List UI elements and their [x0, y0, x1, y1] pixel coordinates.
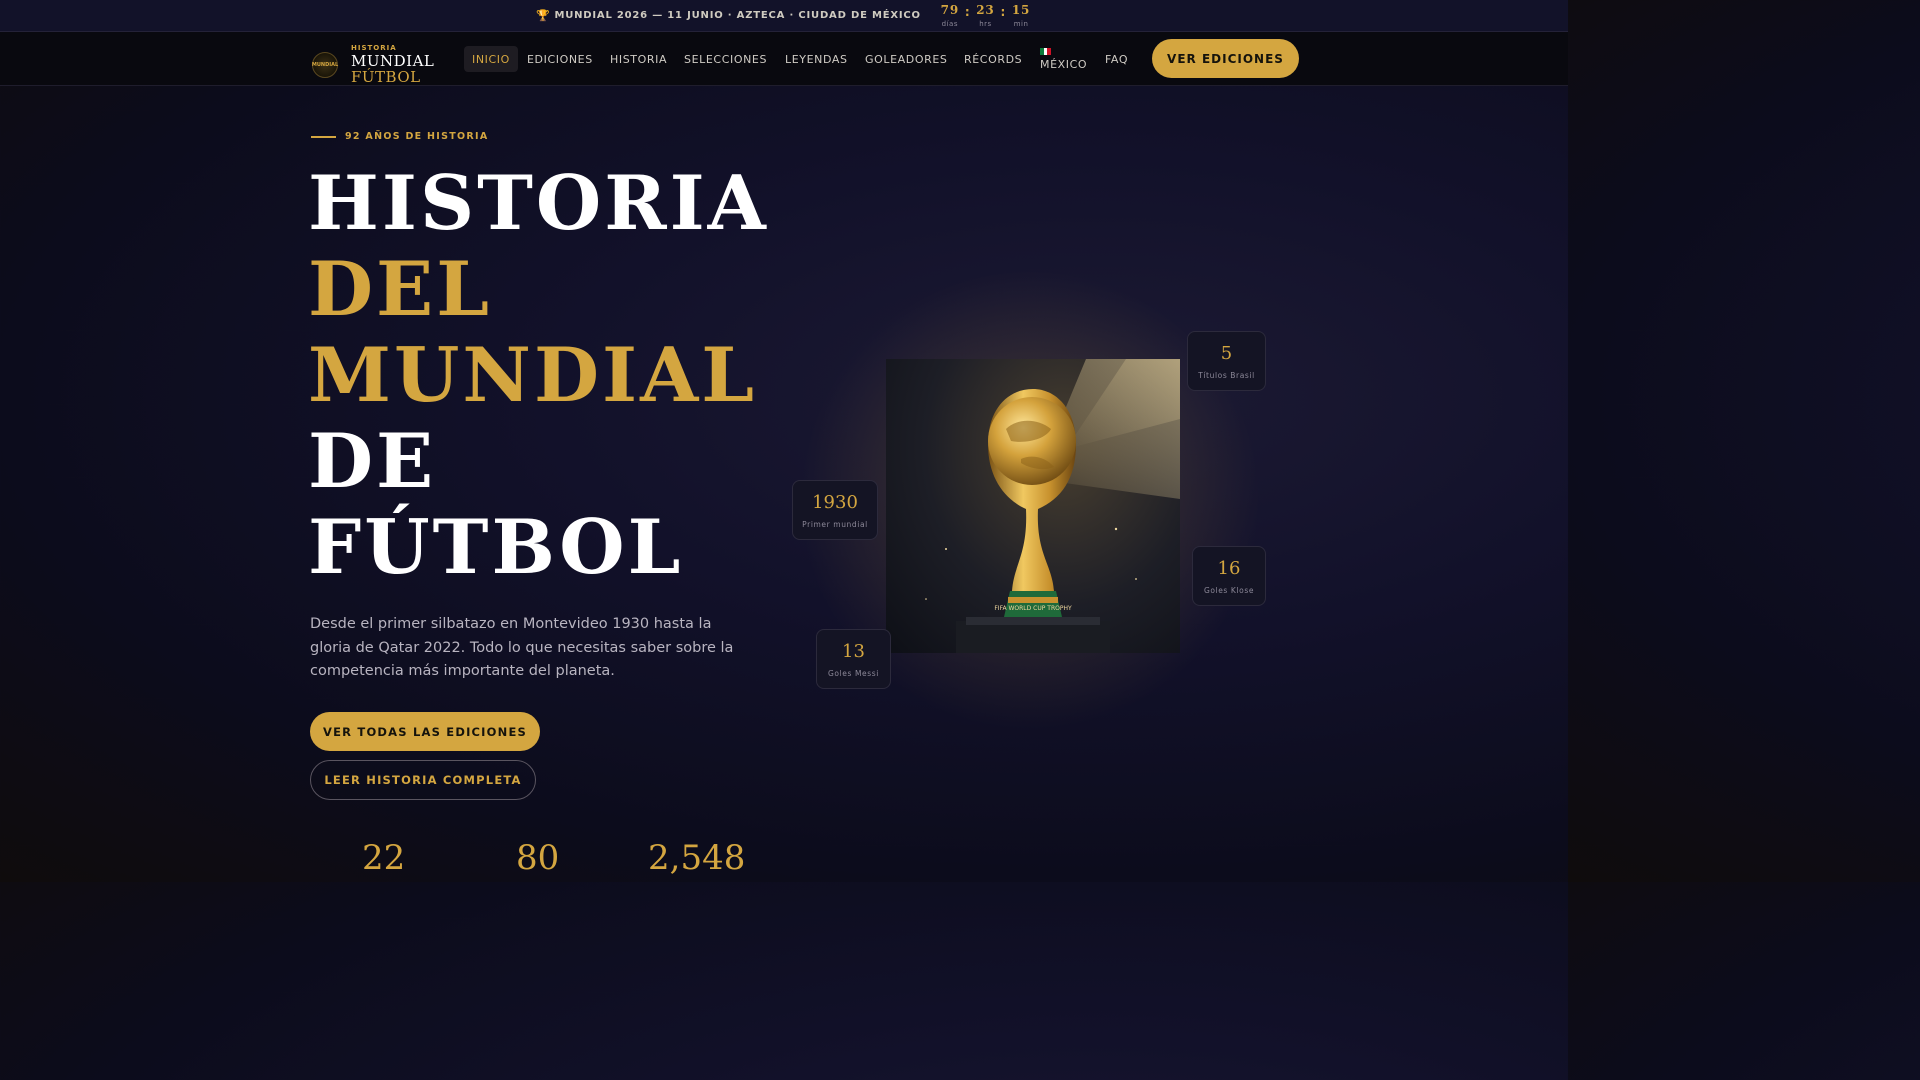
nav-historia[interactable]: HISTORIA	[602, 46, 675, 72]
card-value: 16	[1217, 557, 1241, 579]
ver-ediciones-button[interactable]: VER EDICIONES	[1152, 39, 1299, 78]
countdown-separator: :	[1000, 5, 1007, 19]
countdown-days: 79 días	[939, 3, 961, 28]
eyebrow-divider	[311, 135, 336, 138]
stat-value: 2,548	[648, 838, 746, 878]
hero-eyebrow: 92 AÑOS DE HISTORIA	[311, 131, 489, 142]
card-label: Títulos Brasil	[1198, 370, 1255, 380]
countdown-hours-value: 23	[976, 3, 995, 17]
card-value: 13	[842, 640, 865, 662]
nav-inicio[interactable]: INICIO	[464, 46, 518, 72]
hero-title-line3: MUNDIAL	[308, 331, 758, 419]
countdown-days-value: 79	[940, 3, 959, 17]
nav-faq[interactable]: FAQ	[1097, 46, 1136, 72]
trophy-illustration: FIFA WORLD CUP TROPHY	[925, 359, 1180, 653]
card-label: Goles Klose	[1203, 585, 1255, 595]
nav-records[interactable]: RÉCORDS	[956, 46, 1030, 72]
logo-line2: FÚTBOL	[351, 68, 421, 86]
card-value: 5	[1220, 342, 1233, 364]
countdown-days-label: días	[941, 20, 958, 28]
nav-mexico-label: MÉXICO	[1040, 58, 1088, 71]
stat-card-goles-messi: 13 Goles Messi	[816, 629, 891, 689]
logo-badge-icon: MUNDIAL	[312, 51, 338, 78]
hero-description: Desde el primer silbatazo en Montevideo …	[310, 616, 734, 679]
countdown-minutes-value: 15	[1011, 3, 1031, 17]
ver-todas-ediciones-button[interactable]: VER TODAS LAS EDICIONES	[310, 712, 540, 751]
countdown-separator: :	[964, 5, 971, 19]
nav-selecciones[interactable]: SELECCIONES	[676, 46, 775, 72]
world-cup-trophy-image: FIFA WORLD CUP TROPHY	[886, 359, 1180, 653]
logo-line1: MUNDIAL	[351, 52, 435, 70]
trophy-icon: 🏆	[535, 9, 551, 22]
site-logo[interactable]: MUNDIAL HISTORIA MUNDIAL FÚTBOL	[312, 44, 434, 85]
card-label: Goles Messi	[828, 668, 879, 678]
hero-title-line5: FÚTBOL	[308, 503, 684, 591]
nav-leyendas[interactable]: LEYENDAS	[777, 46, 856, 72]
stat-card-primer-mundial: 1930 Primer mundial	[792, 480, 878, 540]
countdown-minutes-label: min	[1013, 20, 1029, 28]
countdown-hours: 23 hrs	[974, 3, 996, 28]
nav-ediciones[interactable]: EDICIONES	[519, 46, 601, 72]
stat-value: 80	[516, 838, 560, 878]
mexico-flag-icon	[1040, 48, 1052, 55]
countdown-hours-label: hrs	[979, 20, 992, 28]
hero-title-line1: HISTORIA	[308, 159, 769, 247]
stat-card-titulos-brasil: 5 Títulos Brasil	[1187, 331, 1266, 391]
eyebrow-text: 92 AÑOS DE HISTORIA	[345, 131, 489, 142]
hero-title-line4: DE	[308, 417, 437, 505]
nav-goleadores[interactable]: GOLEADORES	[857, 46, 956, 72]
countdown-minutes: 15 min	[1010, 3, 1032, 28]
countdown: 79 días : 23 hrs : 15 min	[939, 3, 1032, 28]
hero-title: HISTORIA DEL MUNDIAL DE FÚTBOL	[308, 160, 769, 590]
nav-mexico[interactable]: MÉXICO	[1040, 45, 1087, 71]
card-value: 1930	[812, 491, 858, 513]
announcement-text: MUNDIAL 2026 — 11 JUNIO · AZTECA · CIUDA…	[554, 10, 921, 21]
leer-historia-button[interactable]: LEER HISTORIA COMPLETA	[310, 760, 536, 800]
stat-value: 22	[362, 838, 406, 878]
hero-title-line2: DEL	[308, 245, 492, 333]
trophy-plaque-text: FIFA WORLD CUP TROPHY	[994, 605, 1072, 612]
card-label: Primer mundial	[802, 519, 868, 529]
stat-card-goles-klose: 16 Goles Klose	[1192, 546, 1266, 606]
announcement-bar: 🏆 MUNDIAL 2026 — 11 JUNIO · AZTECA · CIU…	[0, 0, 1568, 32]
main-navbar: MUNDIAL HISTORIA MUNDIAL FÚTBOL INICIO E…	[0, 32, 1568, 86]
